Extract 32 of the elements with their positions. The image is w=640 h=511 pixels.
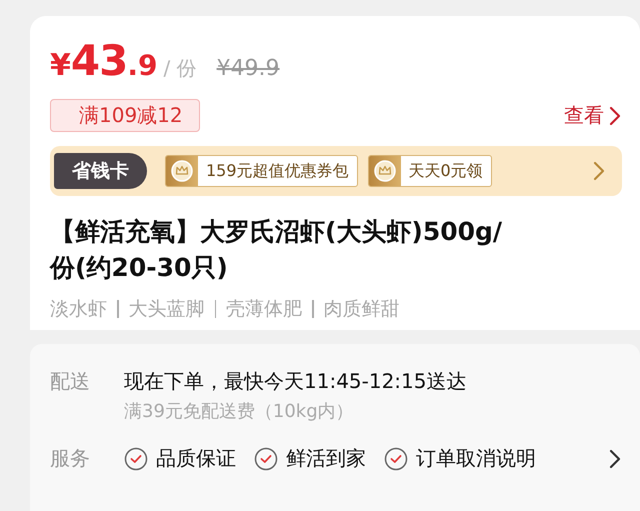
offer-chip[interactable]: 天天0元领	[368, 155, 492, 187]
original-price: ¥49.9	[216, 56, 280, 81]
check-circle-icon	[254, 446, 278, 470]
check-circle-icon	[384, 446, 408, 470]
service-item: 品质保证	[156, 445, 236, 472]
price-unit: / 份	[163, 55, 197, 82]
crown-icon	[171, 160, 193, 182]
delivery-fee-note: 满39元免配送费（10kg内）	[124, 400, 355, 423]
price-decimal: .9	[127, 49, 158, 82]
savings-card-badge: 省钱卡	[54, 153, 147, 189]
delivery-time: 现在下单，最快今天11:45-12:15送达	[124, 368, 466, 395]
product-title: 【鲜活充氧】大罗氏沼虾(大头虾)500g/份(约20-30只)	[50, 216, 504, 284]
price-integer: 43	[70, 36, 128, 85]
delivery-label: 配送	[50, 368, 91, 395]
check-circle-icon	[124, 446, 148, 470]
offer-chip[interactable]: 159元超值优惠券包	[165, 155, 358, 187]
product-tag: 壳薄体肥	[226, 296, 302, 322]
services-row[interactable]: 服务 品质保证 鲜活到家 订单取消说明	[50, 445, 622, 472]
service-item: 鲜活到家	[286, 445, 366, 472]
savings-card-bar[interactable]: 省钱卡 159元超值优惠券包 天天0元领	[50, 146, 622, 196]
chevron-right-icon	[592, 160, 606, 182]
service-item: 订单取消说明	[416, 445, 536, 472]
chevron-right-icon	[608, 448, 622, 470]
coupon-tag[interactable]: 满109减12	[50, 99, 200, 132]
currency-symbol: ¥	[50, 48, 71, 83]
product-tag: 肉质鲜甜	[324, 296, 400, 322]
product-tag: 淡水虾	[50, 296, 107, 322]
view-link[interactable]: 查看	[564, 102, 622, 129]
product-tag: 大头蓝脚	[128, 296, 204, 322]
services-label: 服务	[50, 445, 91, 472]
chevron-right-icon	[608, 104, 622, 126]
crown-icon	[374, 160, 396, 182]
